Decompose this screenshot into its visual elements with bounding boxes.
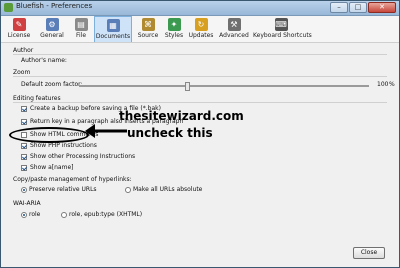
option-role[interactable]: role — [21, 211, 40, 218]
window-controls: – □ ✕ — [330, 2, 396, 13]
option-show-php[interactable]: Show PHP instructions — [21, 142, 97, 149]
show-php-checkbox[interactable] — [21, 142, 27, 149]
tab-general[interactable]: ⚙ General — [37, 16, 67, 42]
editing-section-title: Editing features — [13, 95, 61, 102]
title-bar[interactable]: Bluefish - Preferences – □ ✕ — [1, 1, 399, 16]
return-key-checkbox[interactable] — [21, 118, 27, 125]
option-preserve-relative[interactable]: Preserve relative URLs — [21, 186, 97, 193]
zoom-label: Default zoom factor: — [21, 81, 83, 88]
bluefish-app-icon — [4, 3, 13, 12]
editing-divider — [13, 102, 387, 103]
option-show-aname[interactable]: Show a[name] — [21, 164, 73, 171]
tab-source[interactable]: ⌘ Source — [135, 16, 161, 42]
role-epub-radio[interactable] — [61, 211, 67, 218]
copypaste-section-title: Copy/paste management of hyperlinks: — [13, 176, 132, 183]
general-icon: ⚙ — [45, 18, 59, 31]
preferences-window: Bluefish - Preferences – □ ✕ ✎ License ⚙… — [0, 0, 400, 268]
zoom-divider — [13, 76, 387, 77]
backup-checkbox[interactable] — [21, 105, 27, 112]
styles-icon: ✦ — [167, 18, 181, 31]
documents-panel: Author Author's name: Zoom Default zoom … — [9, 45, 395, 245]
keyboard-icon: ⌨ — [274, 18, 288, 31]
tab-file[interactable]: ▤ File — [71, 16, 91, 42]
window-title: Bluefish - Preferences — [16, 2, 93, 10]
author-divider — [13, 54, 387, 55]
zoom-unit: % — [389, 81, 395, 88]
tab-license[interactable]: ✎ License — [5, 16, 33, 42]
preferences-toolbar: ✎ License ⚙ General ▤ File ▦ Documents ⌘… — [1, 16, 399, 43]
preserve-relative-radio[interactable] — [21, 186, 27, 193]
updates-icon: ↻ — [194, 18, 208, 31]
role-radio[interactable] — [21, 211, 27, 218]
waiaria-section-title: WAI-ARIA — [13, 200, 41, 207]
close-window-button[interactable]: ✕ — [368, 2, 396, 13]
source-icon: ⌘ — [141, 18, 155, 31]
show-pi-checkbox[interactable] — [21, 153, 27, 160]
file-icon: ▤ — [74, 18, 88, 31]
tab-styles[interactable]: ✦ Styles — [163, 16, 185, 42]
option-show-pi[interactable]: Show other Processing Instructions — [21, 153, 135, 160]
license-icon: ✎ — [12, 18, 26, 31]
zoom-value: 100 — [377, 81, 389, 88]
annotation-instruction: uncheck this — [127, 126, 213, 140]
arrow-left-icon — [85, 124, 127, 138]
close-button[interactable]: Close — [353, 247, 385, 259]
advanced-icon: ⚒ — [227, 18, 241, 31]
documents-icon: ▦ — [106, 19, 120, 32]
highlight-circle — [9, 127, 89, 143]
author-section-title: Author — [13, 47, 34, 54]
zoom-slider-thumb[interactable] — [184, 82, 190, 91]
tab-keyboard-shortcuts[interactable]: ⌨ Keyboard Shortcuts — [253, 16, 312, 42]
make-absolute-radio[interactable] — [125, 186, 131, 193]
tab-documents[interactable]: ▦ Documents — [94, 16, 132, 42]
tab-advanced[interactable]: ⚒ Advanced — [218, 16, 250, 42]
author-name-label: Author's name: — [21, 57, 67, 64]
maximize-button[interactable]: □ — [349, 2, 367, 13]
arrow-head — [85, 124, 95, 138]
show-aname-checkbox[interactable] — [21, 164, 27, 171]
minimize-button[interactable]: – — [330, 2, 348, 13]
zoom-slider[interactable] — [79, 82, 369, 91]
option-make-absolute[interactable]: Make all URLs absolute — [125, 186, 202, 193]
tab-updates[interactable]: ↻ Updates — [187, 16, 215, 42]
zoom-section-title: Zoom — [13, 69, 31, 76]
option-role-epub[interactable]: role, epub:type (XHTML) — [61, 211, 142, 218]
annotation-site: thesitewizard.com — [119, 109, 244, 123]
